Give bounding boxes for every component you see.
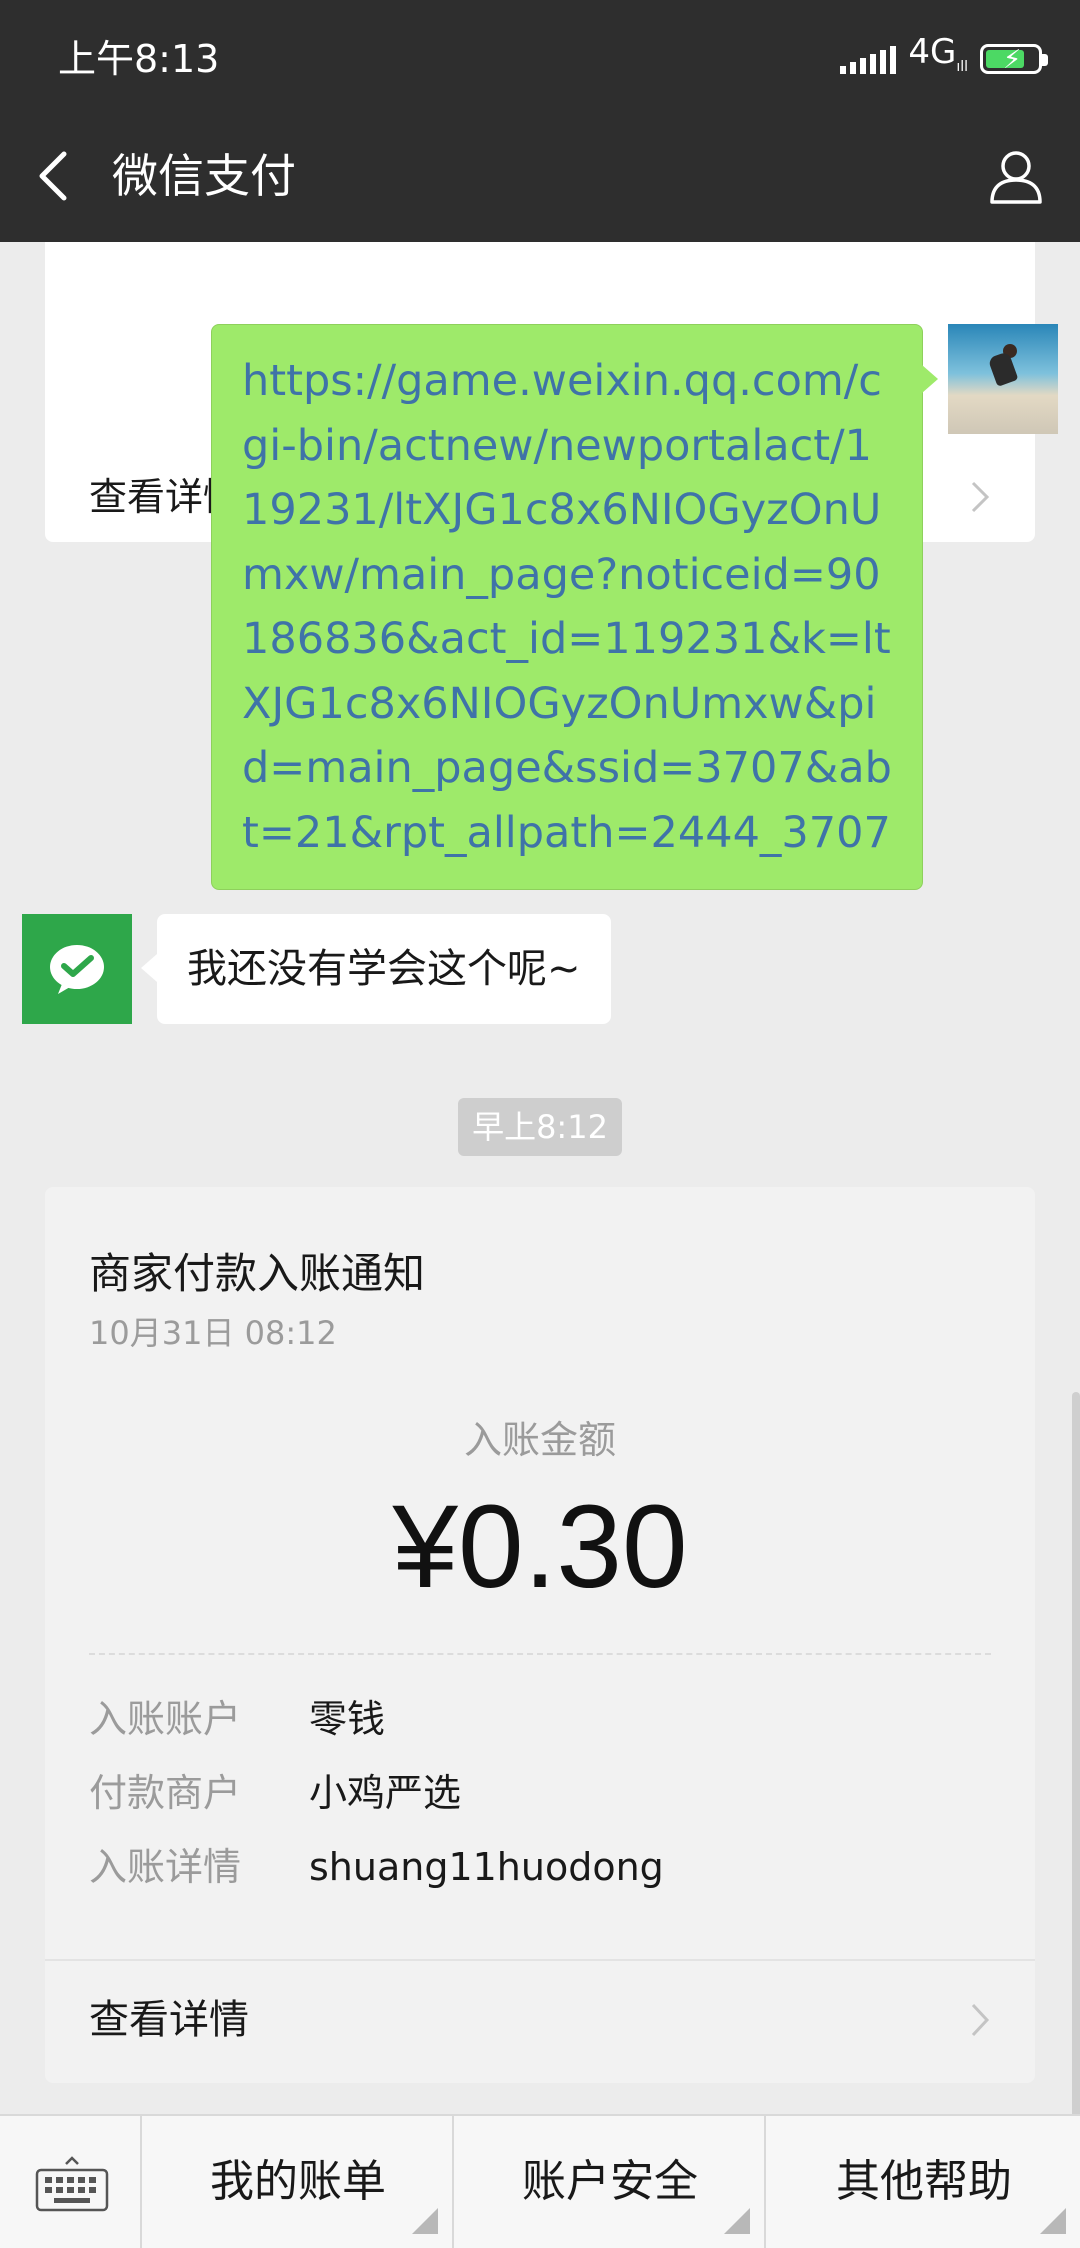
chat-area[interactable]: 查看详情 https://game.weixin.qq.com/cgi-bin/… <box>0 242 1080 2114</box>
top-bar: 上午8:13 4Gıll ⚡ 微信支付 <box>0 0 1080 242</box>
menu-my-bills[interactable]: 我的账单 <box>144 2116 454 2248</box>
row-value: shuang11huodong <box>309 1845 664 1889</box>
amount-label: 入账金额 <box>463 1418 616 1462</box>
payment-notification-card[interactable]: 商家付款入账通知 10月31日 08:12 入账金额 ¥0.30 入账账户 零钱… <box>45 1187 1035 2083</box>
sent-link-bubble[interactable]: https://game.weixin.qq.com/cgi-bin/actne… <box>211 324 938 890</box>
card-title: 商家付款入账通知 <box>89 1249 426 1298</box>
back-arrow-icon[interactable] <box>34 148 74 204</box>
menu-account-security[interactable]: 账户安全 <box>456 2116 766 2248</box>
row-label: 入账详情 <box>89 1845 242 1889</box>
received-reply-bubble[interactable]: 我还没有学会这个呢~ <box>141 914 611 1024</box>
amount-value: ¥0.30 <box>392 1481 688 1613</box>
dashed-divider <box>89 1653 991 1655</box>
row-label: 付款商户 <box>89 1771 242 1815</box>
my-avatar[interactable] <box>948 324 1058 434</box>
message-timestamp: 早上8:12 <box>458 1098 622 1156</box>
menu-other-help[interactable]: 其他帮助 <box>768 2116 1080 2248</box>
scrollbar[interactable] <box>1072 1392 1080 2114</box>
wechat-pay-avatar[interactable] <box>22 914 132 1024</box>
chevron-right-icon <box>971 481 990 513</box>
wechat-pay-logo-icon <box>50 945 104 994</box>
row-label: 入账账户 <box>89 1697 242 1741</box>
row-value: 零钱 <box>309 1697 386 1741</box>
battery-icon: ⚡ <box>980 44 1048 75</box>
card-date: 10月31日 08:12 <box>89 1314 337 1352</box>
signal-icon <box>840 44 897 74</box>
chevron-right-icon <box>971 2003 990 2037</box>
card-footer-divider <box>45 1959 1035 1961</box>
page-title: 微信支付 <box>112 149 296 203</box>
keyboard-icon <box>35 2156 109 2212</box>
row-value: 小鸡严选 <box>309 1771 462 1815</box>
bottom-menu: 我的账单 账户安全 其他帮助 <box>0 2114 1080 2248</box>
person-icon[interactable] <box>986 146 1046 206</box>
view-details-link[interactable]: 查看详情 <box>89 1987 249 2053</box>
keyboard-toggle-button[interactable] <box>0 2116 142 2248</box>
network-type: 4Gıll <box>908 31 968 75</box>
status-indicators: 4Gıll ⚡ <box>840 32 1048 80</box>
watermark <box>0 0 1080 14</box>
status-time: 上午8:13 <box>58 37 220 81</box>
